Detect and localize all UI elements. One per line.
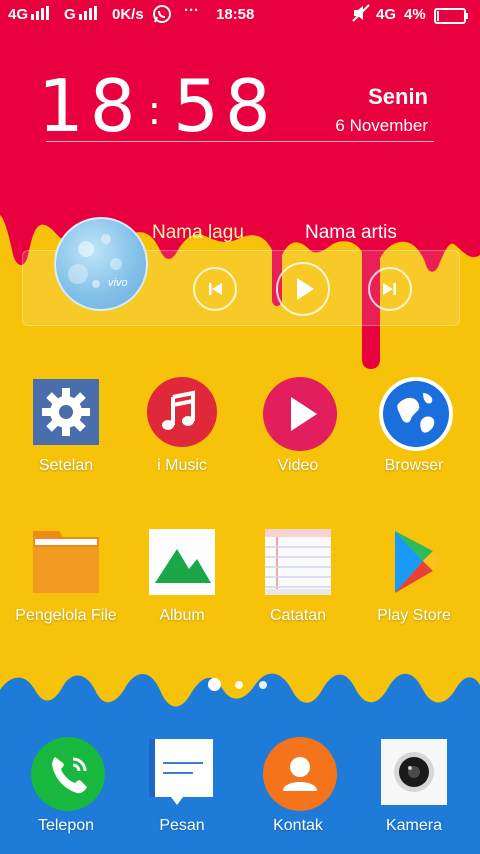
signal-label-1: 4G (8, 6, 29, 23)
signal-label-2: G (64, 6, 76, 23)
app-play-store[interactable]: Play Store (356, 527, 472, 625)
play-store-icon (379, 527, 449, 597)
play-icon (263, 377, 337, 451)
play-button[interactable] (276, 262, 330, 316)
next-icon (383, 283, 396, 295)
app-catatan[interactable]: Catatan (240, 527, 356, 625)
status-time: 18:58 (216, 6, 255, 23)
whatsapp-icon (152, 4, 172, 28)
camera-icon (379, 737, 449, 807)
network-type: 4G (376, 6, 397, 23)
battery-percent: 4% (404, 6, 426, 23)
page-dot-active[interactable] (208, 678, 221, 691)
mute-icon (352, 4, 370, 26)
page-dot[interactable] (235, 681, 243, 689)
app-label: Album (159, 607, 205, 624)
album-brand: vivo (108, 277, 128, 289)
page-dot[interactable] (259, 681, 267, 689)
clock-divider (46, 141, 434, 142)
app-pengelola-file[interactable]: Pengelola File (8, 527, 124, 625)
clock-hours: 18 (38, 64, 142, 148)
app-label: Kamera (385, 817, 443, 834)
album-bubbles-icon (68, 234, 122, 288)
app-label: Play Store (377, 607, 451, 624)
app-browser[interactable]: Browser (356, 377, 472, 475)
dock-kontak[interactable]: Kontak (240, 737, 356, 835)
gear-icon (31, 377, 101, 447)
folder-icon (31, 527, 101, 597)
music-note-icon (147, 377, 217, 447)
app-label: Pesan (159, 817, 205, 834)
contact-icon (263, 737, 337, 811)
app-video[interactable]: Video (240, 377, 356, 475)
clock-day: Senin (368, 84, 428, 109)
dock-telepon[interactable]: Telepon (8, 737, 124, 835)
dock-kamera[interactable]: Kamera (356, 737, 472, 835)
dock-pesan[interactable]: Pesan (124, 737, 240, 835)
app-label: Browser (384, 457, 444, 474)
next-button[interactable] (368, 267, 412, 311)
signal-icon (30, 6, 52, 24)
signal-icon (78, 6, 100, 24)
app-setelan[interactable]: Setelan (8, 377, 124, 475)
play-icon (297, 278, 314, 300)
previous-button[interactable] (193, 267, 237, 311)
previous-icon (209, 283, 222, 295)
album-art[interactable]: vivo (54, 217, 148, 311)
clock-separator: : (147, 88, 168, 135)
app-label: i Music (157, 457, 207, 474)
app-album[interactable]: Album (124, 527, 240, 625)
clock-time: 18:58 (38, 66, 277, 151)
app-label: Setelan (38, 457, 94, 474)
mountain-icon (147, 527, 217, 597)
phone-icon (31, 737, 105, 811)
artist-name[interactable]: Nama artis (305, 222, 397, 244)
app-i-music[interactable]: i Music (124, 377, 240, 475)
more-icon: ··· (184, 2, 199, 19)
notepad-icon (263, 527, 333, 597)
clock-date: 6 November (335, 116, 428, 135)
app-label: Telepon (37, 817, 95, 834)
app-label: Catatan (269, 607, 327, 624)
song-title[interactable]: Nama lagu (152, 222, 244, 244)
network-speed: 0K/s (112, 6, 144, 23)
globe-icon (379, 377, 453, 451)
status-bar: 4G G 0K/s ··· 18:58 4G 4% (0, 0, 480, 32)
app-label: Video (277, 457, 319, 474)
battery-icon (434, 8, 470, 28)
app-label: Kontak (273, 817, 323, 834)
app-label: Pengelola File (15, 607, 117, 624)
message-icon (147, 737, 217, 807)
clock-minutes: 58 (173, 64, 277, 148)
